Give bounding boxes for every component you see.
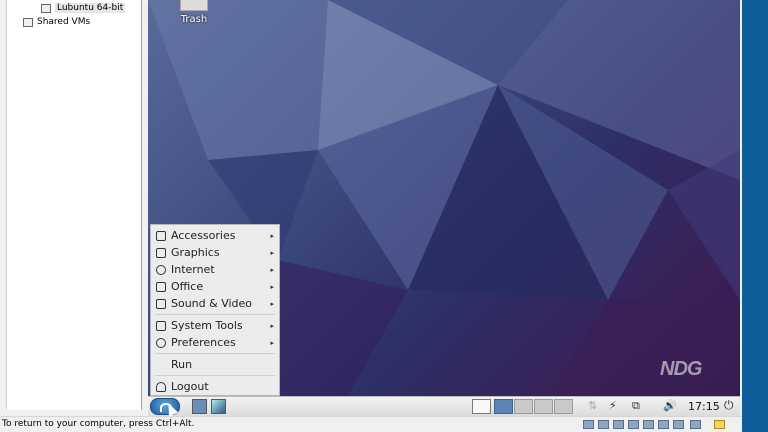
menu-separator (155, 353, 275, 354)
sound-card-icon[interactable] (643, 420, 654, 429)
menu-item-office[interactable]: Office ▸ (151, 278, 279, 295)
trash-desktop-icon[interactable]: Trash (172, 0, 216, 25)
vm-icon (41, 3, 51, 13)
start-menu: Accessories ▸ Graphics ▸ Internet ▸ Offi… (150, 224, 280, 396)
workspace-2-button[interactable] (514, 399, 533, 414)
ndg-watermark: NDG (660, 358, 702, 380)
network-adapter-icon[interactable] (613, 420, 624, 429)
workspace-4-button[interactable] (554, 399, 573, 414)
chevron-right-icon: ▸ (270, 231, 274, 240)
document-icon (156, 281, 166, 292)
chevron-right-icon: ▸ (270, 321, 274, 330)
chevron-right-icon: ▸ (270, 338, 274, 347)
guest-taskbar: ⇅ ⚡ ⧉ 🔊 17:15 ⏻ (148, 396, 740, 416)
web-browser-launcher-icon[interactable] (211, 399, 226, 414)
library-item-shared-vms[interactable]: Shared VMs (23, 17, 90, 27)
shutdown-icon[interactable]: ⏻ (724, 398, 734, 413)
film-icon (156, 298, 166, 309)
menu-separator (155, 375, 275, 376)
hard-disk-icon[interactable] (583, 420, 594, 429)
graphics-icon (156, 247, 166, 258)
display-icon[interactable] (673, 420, 684, 429)
chevron-right-icon: ▸ (270, 282, 274, 291)
menu-item-label: Internet (171, 263, 215, 276)
accessories-icon (156, 230, 166, 241)
usb-device-icon[interactable] (628, 420, 639, 429)
library-item-label: Shared VMs (37, 17, 91, 27)
network-icon[interactable]: ⇅ (588, 399, 597, 412)
monitor-icon (156, 320, 166, 331)
globe-icon (156, 264, 166, 275)
vm-screen[interactable]: Trash NDG Accessories ▸ Graphics ▸ Inter… (148, 0, 740, 416)
chevron-right-icon: ▸ (270, 265, 274, 274)
trash-icon (180, 0, 208, 11)
trash-label: Trash (180, 14, 208, 25)
show-desktop-button[interactable] (472, 399, 491, 414)
cd-drive-icon[interactable] (598, 420, 609, 429)
menu-item-accessories[interactable]: Accessories ▸ (151, 227, 279, 244)
printer-icon[interactable] (658, 420, 669, 429)
display-settings-icon[interactable]: ⧉ (632, 399, 640, 413)
menu-item-sound-video[interactable]: Sound & Video ▸ (151, 295, 279, 312)
library-item-label: Lubuntu 64-bit (55, 3, 126, 13)
power-icon[interactable]: ⚡ (609, 399, 617, 412)
menu-item-graphics[interactable]: Graphics ▸ (151, 244, 279, 261)
menu-item-label: Graphics (171, 246, 220, 259)
menu-item-internet[interactable]: Internet ▸ (151, 261, 279, 278)
chevron-right-icon: ▸ (270, 248, 274, 257)
menu-item-run[interactable]: Run (151, 356, 279, 373)
vmware-host-window: Lubuntu 64-bit Shared VMs Trash NDG Acce… (0, 0, 742, 432)
menu-item-system-tools[interactable]: System Tools ▸ (151, 317, 279, 334)
menu-item-label: Logout (171, 380, 209, 393)
menu-separator (155, 314, 275, 315)
message-icon[interactable] (714, 420, 725, 429)
host-status-bar: To return to your computer, press Ctrl+A… (0, 416, 742, 432)
menu-item-label: System Tools (171, 319, 243, 332)
status-hint: To return to your computer, press Ctrl+A… (2, 419, 195, 429)
menu-item-label: Preferences (171, 336, 236, 349)
menu-item-label: Sound & Video (171, 297, 253, 310)
camera-icon[interactable] (690, 420, 701, 429)
logout-icon (156, 381, 166, 392)
gear-icon (156, 337, 166, 348)
file-manager-launcher-icon[interactable] (192, 399, 207, 414)
library-item-lubuntu[interactable]: Lubuntu 64-bit (41, 3, 126, 13)
library-panel: Lubuntu 64-bit Shared VMs (6, 0, 142, 410)
menu-item-label: Accessories (171, 229, 236, 242)
menu-item-logout[interactable]: Logout (151, 378, 279, 395)
menu-item-label: Run (171, 358, 193, 371)
chevron-right-icon: ▸ (270, 299, 274, 308)
menu-item-preferences[interactable]: Preferences ▸ (151, 334, 279, 351)
workspace-1-button[interactable] (494, 399, 513, 414)
clock[interactable]: 17:15 (688, 400, 720, 413)
workspace-3-button[interactable] (534, 399, 553, 414)
menu-item-label: Office (171, 280, 204, 293)
shared-vms-icon (23, 17, 33, 27)
volume-icon[interactable]: 🔊 (663, 399, 677, 412)
